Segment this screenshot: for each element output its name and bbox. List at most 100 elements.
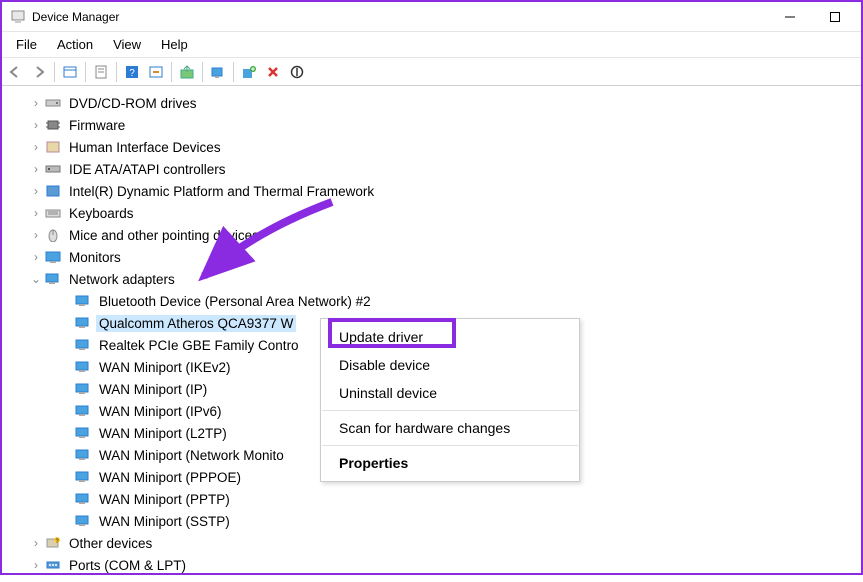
other-icon: ?	[44, 535, 62, 551]
svg-text:?: ?	[129, 68, 135, 79]
tree-item-label: WAN Miniport (SSTP)	[96, 513, 233, 530]
tree-category[interactable]: › Mice and other pointing devices	[6, 224, 857, 246]
net-icon	[74, 315, 92, 331]
net-icon	[74, 491, 92, 507]
add-legacy-button[interactable]	[238, 61, 260, 83]
tree-item-label: WAN Miniport (IP)	[96, 381, 210, 398]
tree-category[interactable]: › Human Interface Devices	[6, 136, 857, 158]
category-label: Network adapters	[66, 271, 178, 288]
net-icon	[74, 381, 92, 397]
expand-icon[interactable]: ›	[28, 184, 44, 198]
tree-category[interactable]: › Intel(R) Dynamic Platform and Thermal F…	[6, 180, 857, 202]
tree-item-label: Firmware	[66, 117, 128, 134]
menu-file[interactable]: File	[6, 34, 47, 55]
tree-item-label: Monitors	[66, 249, 124, 266]
menu-disable-device[interactable]: Disable device	[321, 351, 579, 379]
mouse-icon	[44, 227, 62, 243]
menu-help[interactable]: Help	[151, 34, 198, 55]
disable-button[interactable]	[286, 61, 308, 83]
title-bar: Device Manager	[2, 2, 861, 32]
tree-item-label: Intel(R) Dynamic Platform and Thermal Fr…	[66, 183, 377, 200]
tree-item-label: WAN Miniport (PPPOE)	[96, 469, 244, 486]
properties-button[interactable]	[90, 61, 112, 83]
maximize-button[interactable]	[812, 3, 857, 31]
drive-icon	[44, 95, 62, 111]
tree-category[interactable]: › Keyboards	[6, 202, 857, 224]
net-icon	[74, 425, 92, 441]
expand-icon[interactable]: ›	[28, 162, 44, 176]
uninstall-button[interactable]	[262, 61, 284, 83]
port-icon	[44, 557, 62, 573]
update-driver-button[interactable]	[176, 61, 198, 83]
menu-separator	[322, 410, 578, 411]
net-icon	[74, 447, 92, 463]
window-title: Device Manager	[32, 10, 767, 24]
action-button[interactable]	[145, 61, 167, 83]
tree-device-network[interactable]: WAN Miniport (SSTP)	[6, 510, 857, 532]
menu-properties[interactable]: Properties	[321, 449, 579, 477]
kbd-icon	[44, 205, 62, 221]
monitor-icon	[44, 249, 62, 265]
tree-item-label: WAN Miniport (L2TP)	[96, 425, 230, 442]
menu-separator	[322, 445, 578, 446]
net-icon	[74, 293, 92, 309]
tree-item-label: Human Interface Devices	[66, 139, 224, 156]
tree-item-label: WAN Miniport (IKEv2)	[96, 359, 234, 376]
tree-category[interactable]: › Firmware	[6, 114, 857, 136]
menu-scan-hardware[interactable]: Scan for hardware changes	[321, 414, 579, 442]
expand-icon[interactable]: ›	[28, 558, 44, 572]
ide-icon	[44, 161, 62, 177]
tree-device-network[interactable]: Bluetooth Device (Personal Area Network)…	[6, 290, 857, 312]
app-icon	[10, 9, 26, 25]
context-menu: Update driver Disable device Uninstall d…	[320, 318, 580, 482]
tree-item-label: Ports (COM & LPT)	[66, 557, 189, 574]
menu-action[interactable]: Action	[47, 34, 103, 55]
net-icon	[74, 337, 92, 353]
tree-item-label: IDE ATA/ATAPI controllers	[66, 161, 229, 178]
tree-category-network-adapters[interactable]: ⌄ Network adapters	[6, 268, 857, 290]
help-button[interactable]: ?	[121, 61, 143, 83]
forward-button[interactable]	[28, 61, 50, 83]
tree-category[interactable]: ›?Other devices	[6, 532, 857, 554]
net-icon	[74, 403, 92, 419]
tree-item-label: WAN Miniport (PPTP)	[96, 491, 233, 508]
menu-view[interactable]: View	[103, 34, 151, 55]
expand-icon[interactable]: ›	[28, 250, 44, 264]
tree-device-network[interactable]: WAN Miniport (PPTP)	[6, 488, 857, 510]
tree-category[interactable]: › Ports (COM & LPT)	[6, 554, 857, 576]
expand-icon[interactable]: ›	[28, 140, 44, 154]
tree-item-label: Keyboards	[66, 205, 137, 222]
expand-icon[interactable]: ›	[28, 206, 44, 220]
menu-bar: File Action View Help	[2, 32, 861, 58]
tree-item-label: WAN Miniport (Network Monito	[96, 447, 287, 464]
tree-category[interactable]: › Monitors	[6, 246, 857, 268]
minimize-button[interactable]	[767, 3, 812, 31]
tree-category[interactable]: › IDE ATA/ATAPI controllers	[6, 158, 857, 180]
expand-icon[interactable]: ›	[28, 536, 44, 550]
net-icon	[74, 359, 92, 375]
back-button[interactable]	[4, 61, 26, 83]
hid-icon	[44, 139, 62, 155]
expand-icon[interactable]: ›	[28, 228, 44, 242]
tree-item-label: Qualcomm Atheros QCA9377 W	[96, 315, 296, 332]
expand-icon[interactable]: ›	[28, 96, 44, 110]
net-icon	[74, 469, 92, 485]
chip-icon	[44, 117, 62, 133]
tree-item-label: Realtek PCIe GBE Family Contro	[96, 337, 302, 354]
menu-uninstall-device[interactable]: Uninstall device	[321, 379, 579, 407]
tree-item-label: Mice and other pointing devices	[66, 227, 262, 244]
scan-hardware-button[interactable]	[207, 61, 229, 83]
tree-item-label: Bluetooth Device (Personal Area Network)…	[96, 293, 374, 310]
tree-category[interactable]: › DVD/CD-ROM drives	[6, 92, 857, 114]
board-icon	[44, 183, 62, 199]
tree-item-label: DVD/CD-ROM drives	[66, 95, 200, 112]
scope-button[interactable]	[59, 61, 81, 83]
expand-icon[interactable]: ›	[28, 118, 44, 132]
network-icon	[44, 271, 62, 287]
menu-update-driver[interactable]: Update driver	[321, 323, 579, 351]
tree-item-label: Other devices	[66, 535, 155, 552]
net-icon	[74, 513, 92, 529]
toolbar: ?	[2, 58, 861, 86]
tree-item-label: WAN Miniport (IPv6)	[96, 403, 225, 420]
collapse-icon[interactable]: ⌄	[28, 272, 44, 286]
